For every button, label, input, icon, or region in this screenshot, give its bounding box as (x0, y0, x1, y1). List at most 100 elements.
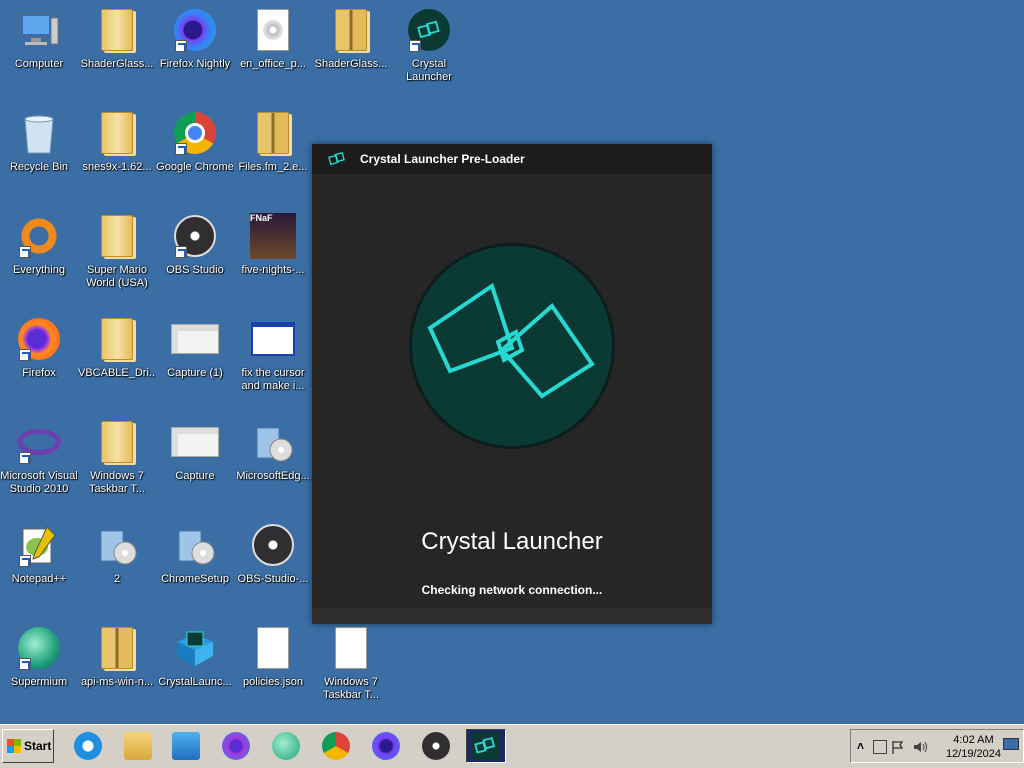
app-name: Crystal Launcher (421, 528, 603, 555)
shortcut-arrow-icon (19, 349, 31, 361)
folder-icon (93, 109, 141, 157)
desktop-icon[interactable]: Crystal Launcher (390, 0, 468, 94)
desktop-icon[interactable]: Super Mario World (USA) (78, 206, 156, 300)
shortcut-arrow-icon (409, 40, 421, 52)
action-center-flag-icon[interactable] (891, 740, 905, 754)
desktop-icon[interactable]: Supermium (0, 618, 78, 712)
network-icon[interactable] (873, 740, 887, 754)
taskbar-button-crystal-launcher[interactable] (466, 729, 506, 763)
desktop-icon[interactable]: Files.fm_2.e... (234, 103, 312, 197)
desktop-icon-label: Windows 7 Taskbar T... (88, 470, 146, 495)
desktop-icon[interactable]: ChromeSetup (156, 515, 234, 609)
document-icon (249, 624, 297, 672)
media-player-icon (172, 732, 200, 760)
taskbar-button-chrome[interactable] (316, 729, 356, 763)
desktop-icon-label: ChromeSetup (161, 573, 229, 585)
crystal-launcher-preloader-window[interactable]: Crystal Launcher Pre-Loader Crystal Laun… (312, 144, 712, 624)
desktop-icon[interactable]: Microsoft Visual Studio 2010 (0, 412, 78, 506)
volume-icon[interactable] (913, 740, 927, 754)
desktop-icon[interactable]: ShaderGlass... (78, 0, 156, 94)
taskbar-button-supermium[interactable] (266, 729, 306, 763)
desktop-icon[interactable]: Notepad++ (0, 515, 78, 609)
desktop-icon-label: fix the cursor and make i... (241, 367, 305, 392)
desktop-icon-label: five-nights-... (241, 264, 305, 276)
zip-folder-icon (93, 624, 141, 672)
desktop-icon[interactable]: Capture (1) (156, 309, 234, 403)
visual-studio-icon (15, 418, 63, 466)
obs-installer-icon (249, 521, 297, 569)
shortcut-arrow-icon (19, 658, 31, 670)
desktop-icon-label: api-ms-win-n... (80, 676, 154, 688)
crystal-logo-icon (328, 151, 345, 166)
system-tray: ˄ 4:02 AM 12/19/2024 (850, 729, 1024, 763)
desktop-icon-label: OBS-Studio-... (237, 573, 309, 585)
everything-icon (15, 212, 63, 260)
desktop-icon[interactable]: OBS-Studio-... (234, 515, 312, 609)
desktop-icon-label: Google Chrome (156, 161, 234, 173)
clock-date: 12/19/2024 (945, 748, 1001, 760)
obs-icon (171, 212, 219, 260)
desktop-icon-label: CrystalLaunc... (158, 676, 232, 688)
desktop-icon[interactable]: VBCABLE_Dri... (78, 309, 156, 403)
desktop-icon[interactable]: en_office_p... (234, 0, 312, 94)
desktop-icon-label: Notepad++ (11, 573, 67, 585)
supermium-icon (272, 732, 300, 760)
desktop-icon[interactable]: Windows 7 Taskbar T... (312, 618, 390, 712)
desktop-icon[interactable]: OBS Studio (156, 206, 234, 300)
desktop-icon[interactable]: Google Chrome (156, 103, 234, 197)
taskbar-button-media-player[interactable] (166, 729, 206, 763)
desktop-icon[interactable]: Capture (156, 412, 234, 506)
desktop-icon[interactable]: policies.json (234, 618, 312, 712)
firefox-nightly-icon (171, 6, 219, 54)
desktop-icon[interactable]: Computer (0, 0, 78, 94)
desktop-icon[interactable]: Recycle Bin (0, 103, 78, 197)
installer-icon (93, 521, 141, 569)
computer-icon (15, 6, 63, 54)
installer-icon (249, 418, 297, 466)
image-thumbnail-icon (171, 315, 219, 363)
windows-flag-icon (7, 739, 21, 753)
desktop-icon[interactable]: 2 (78, 515, 156, 609)
desktop-icon-label: Firefox Nightly (159, 58, 231, 70)
desktop-icon-label: Recycle Bin (9, 161, 69, 173)
preloader-titlebar[interactable]: Crystal Launcher Pre-Loader (312, 144, 712, 174)
desktop-icon[interactable]: Everything (0, 206, 78, 300)
taskbar-button-firefox[interactable] (216, 729, 256, 763)
taskbar-button-obs[interactable] (416, 729, 456, 763)
desktop-icon[interactable]: fix the cursor and make i... (234, 309, 312, 403)
desktop-icon[interactable]: api-ms-win-n... (78, 618, 156, 712)
clock-time: 4:02 AM (953, 734, 994, 746)
show-desktop-icon[interactable] (1003, 738, 1019, 750)
start-button[interactable]: Start (2, 729, 54, 763)
desktop-icon[interactable]: MicrosoftEdg... (234, 412, 312, 506)
show-hidden-icons-chevron[interactable]: ˄ (857, 739, 871, 753)
taskbar-button-file-explorer[interactable] (118, 729, 158, 763)
clock[interactable]: 4:02 AM 12/19/2024 (946, 733, 1001, 761)
shortcut-arrow-icon (175, 40, 187, 52)
crystal-launcher-icon (405, 6, 453, 54)
loading-status: Checking network connection... (421, 583, 603, 597)
desktop-icon-label: Windows 7 Taskbar T... (322, 676, 380, 701)
desktop-icon-label: Files.fm_2.e... (238, 161, 308, 173)
desktop-icon-label: policies.json (243, 676, 303, 688)
preloader-title: Crystal Launcher Pre-Loader (360, 152, 525, 166)
folder-icon (93, 6, 141, 54)
image-thumbnail-icon (171, 418, 219, 466)
desktop-icon[interactable]: Firefox Nightly (156, 0, 234, 94)
start-label: Start (24, 739, 52, 753)
fnaf-image-icon: FNaF (249, 212, 297, 260)
taskbar-button-internet-explorer[interactable] (68, 729, 108, 763)
shortcut-arrow-icon (19, 555, 31, 567)
folder-icon (93, 212, 141, 260)
taskbar-button-firefox-nightly[interactable] (366, 729, 406, 763)
shortcut-arrow-icon (175, 246, 187, 258)
supermium-icon (15, 624, 63, 672)
desktop-icon[interactable]: Windows 7 Taskbar T... (78, 412, 156, 506)
desktop-icon[interactable]: CrystalLaunc... (156, 618, 234, 712)
desktop-icon[interactable]: FNaF five-nights-... (234, 206, 312, 300)
desktop-icon[interactable]: ShaderGlass... (312, 0, 390, 94)
crystal-launcher-icon (472, 732, 500, 760)
desktop-icon[interactable]: Firefox (0, 309, 78, 403)
progress-area (312, 608, 712, 624)
desktop-icon[interactable]: snes9x-1.62... (78, 103, 156, 197)
